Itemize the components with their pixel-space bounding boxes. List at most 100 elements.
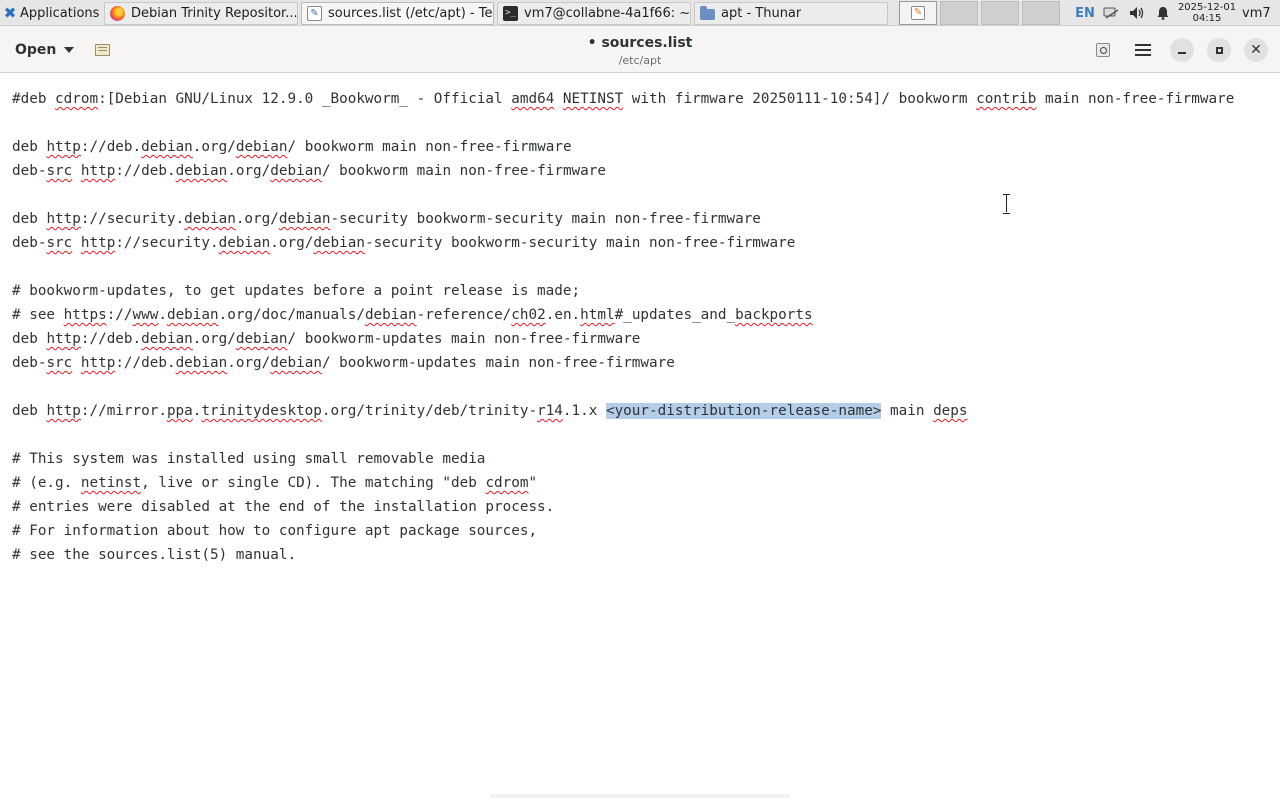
network-icon[interactable] xyxy=(1098,0,1124,26)
editor-header-bar: Open • sources.list /etc/apt ✕ xyxy=(0,26,1280,73)
selected-text: <your-distribution-release-name> xyxy=(605,403,882,419)
misspelled-word: debian xyxy=(270,355,322,371)
text-segment: ://deb. xyxy=(115,355,176,371)
text-segment: .org/doc/manuals/ xyxy=(218,307,365,323)
minimize-button[interactable] xyxy=(1170,38,1194,62)
folder-icon xyxy=(700,6,715,21)
text-segment: .org/ xyxy=(235,211,279,227)
text-line[interactable] xyxy=(12,423,1252,447)
horizontal-scrollbar[interactable] xyxy=(490,794,790,798)
taskbar-item-file-manager[interactable]: apt - Thunar xyxy=(694,2,888,25)
text-line[interactable]: deb http://mirror.ppa.trinitydesktop.org… xyxy=(12,399,1252,423)
text-line[interactable]: # see https://www.debian.org/doc/manuals… xyxy=(12,303,1252,327)
text-line[interactable]: #deb cdrom:[Debian GNU/Linux 12.9.0 _Boo… xyxy=(12,87,1252,111)
text-line[interactable] xyxy=(12,183,1252,207)
search-icon xyxy=(1096,43,1110,57)
text-line[interactable]: # This system was installed using small … xyxy=(12,447,1252,471)
text-segment: # see the sources.list(5) manual. xyxy=(12,547,297,563)
taskbar-item-terminal[interactable]: >_ vm7@collabne-4a1f66: ~ xyxy=(497,2,691,25)
applications-menu-button[interactable]: ✖ Applications xyxy=(0,0,100,26)
close-button[interactable]: ✕ xyxy=(1244,38,1268,62)
workspace-2[interactable] xyxy=(940,1,978,25)
text-segment: .en. xyxy=(545,307,581,323)
misspelled-word: https xyxy=(63,307,107,323)
text-segment: ://mirror. xyxy=(80,403,167,419)
open-button-label: Open xyxy=(15,42,57,58)
text-segment: deb- xyxy=(12,163,47,179)
text-segment: ://security. xyxy=(80,211,185,227)
text-segment: with firmware 20250111-10:54]/ bookworm xyxy=(623,91,977,107)
text-segment: # see xyxy=(12,307,64,323)
document-icon xyxy=(94,44,110,56)
taskbar-item-label: vm7@collabne-4a1f66: ~ xyxy=(524,6,690,21)
workspace-3[interactable] xyxy=(981,1,1019,25)
keyboard-layout-indicator[interactable]: EN xyxy=(1072,6,1098,21)
text-segment: #_updates_and_ xyxy=(614,307,736,323)
clock-date: 2025-12-01 xyxy=(1177,2,1237,13)
text-line[interactable]: # bookworm-updates, to get updates befor… xyxy=(12,279,1252,303)
misspelled-word: debian xyxy=(235,331,288,347)
close-icon: ✕ xyxy=(1250,42,1262,58)
text-segment: ://deb. xyxy=(80,331,142,347)
text-segment: .1.x xyxy=(562,403,606,419)
misspelled-word: http xyxy=(46,403,81,419)
main-menu-button[interactable] xyxy=(1131,38,1155,62)
text-line[interactable]: deb http://security.debian.org/debian-se… xyxy=(12,207,1252,231)
text-line[interactable] xyxy=(12,111,1252,135)
text-segment: # For information about how to configure… xyxy=(12,523,538,539)
text-segment: # (e.g. xyxy=(12,475,81,491)
misspelled-word: debian xyxy=(313,235,365,251)
maximize-button[interactable] xyxy=(1207,38,1231,62)
search-button[interactable] xyxy=(1091,38,1115,62)
misspelled-word: src xyxy=(46,163,73,179)
misspelled-word: debian xyxy=(218,235,271,251)
user-menu[interactable]: vm7 xyxy=(1238,6,1271,21)
volume-icon[interactable] xyxy=(1124,0,1150,26)
misspelled-word: http xyxy=(46,331,81,347)
misspelled-word: netinst xyxy=(80,475,142,491)
text-line[interactable]: deb-src http://deb.debian.org/debian/ bo… xyxy=(12,159,1252,183)
text-line[interactable] xyxy=(12,255,1252,279)
misspelled-word: www xyxy=(132,307,159,323)
text-line[interactable]: deb http://deb.debian.org/debian/ bookwo… xyxy=(12,135,1252,159)
notification-bell-icon[interactable] xyxy=(1150,0,1176,26)
misspelled-word: debian xyxy=(364,307,417,323)
workspace-1[interactable]: ✎ xyxy=(899,1,937,25)
taskbar-item-firefox[interactable]: Debian Trinity Repositor... xyxy=(104,2,298,25)
text-line[interactable]: deb-src http://deb.debian.org/debian/ bo… xyxy=(12,351,1252,375)
applications-menu-label: Applications xyxy=(20,5,100,21)
text-line[interactable]: deb-src http://security.debian.org/debia… xyxy=(12,231,1252,255)
chevron-down-icon xyxy=(64,47,75,53)
terminal-icon: >_ xyxy=(503,6,518,21)
maximize-icon xyxy=(1215,46,1223,54)
text-line[interactable] xyxy=(12,375,1252,399)
workspace-4[interactable] xyxy=(1022,1,1060,25)
text-line[interactable]: # entries were disabled at the end of th… xyxy=(12,495,1252,519)
misspelled-word: src xyxy=(46,235,73,251)
text-line[interactable]: # see the sources.list(5) manual. xyxy=(12,543,1252,567)
text-line[interactable]: # For information about how to configure… xyxy=(12,519,1252,543)
misspelled-word: debian xyxy=(278,211,331,227)
text-line[interactable]: # (e.g. netinst, live or single CD). The… xyxy=(12,471,1252,495)
text-segment: ://security. xyxy=(115,235,219,251)
text-line[interactable]: deb http://deb.debian.org/debian/ bookwo… xyxy=(12,327,1252,351)
misspelled-word: debian xyxy=(141,139,193,155)
text-segment: . xyxy=(158,307,167,323)
system-tray: EN 2025-12-01 04:15 vm7 xyxy=(1072,0,1280,26)
misspelled-word: debian xyxy=(166,307,219,323)
text-segment: #deb xyxy=(12,91,56,107)
document-content[interactable]: #deb cdrom:[Debian GNU/Linux 12.9.0 _Boo… xyxy=(12,87,1252,567)
misspelled-word: src xyxy=(46,355,73,371)
taskbar-item-text-editor[interactable]: ✎ sources.list (/etc/apt) - Te... xyxy=(301,2,494,25)
recent-documents-button[interactable] xyxy=(88,36,116,64)
open-button[interactable]: Open xyxy=(6,36,83,64)
text-segment: .org/ xyxy=(192,139,236,155)
text-segment: .org/ xyxy=(227,163,271,179)
clock[interactable]: 2025-12-01 04:15 xyxy=(1176,2,1238,24)
misspelled-word: contrib xyxy=(976,91,1037,107)
minimize-icon xyxy=(1178,52,1186,54)
misspelled-word: debian xyxy=(184,211,236,227)
text-editor-area[interactable]: #deb cdrom:[Debian GNU/Linux 12.9.0 _Boo… xyxy=(0,74,1280,800)
taskbar-item-label: Debian Trinity Repositor... xyxy=(131,6,297,21)
misspelled-word: cdrom xyxy=(485,475,529,491)
